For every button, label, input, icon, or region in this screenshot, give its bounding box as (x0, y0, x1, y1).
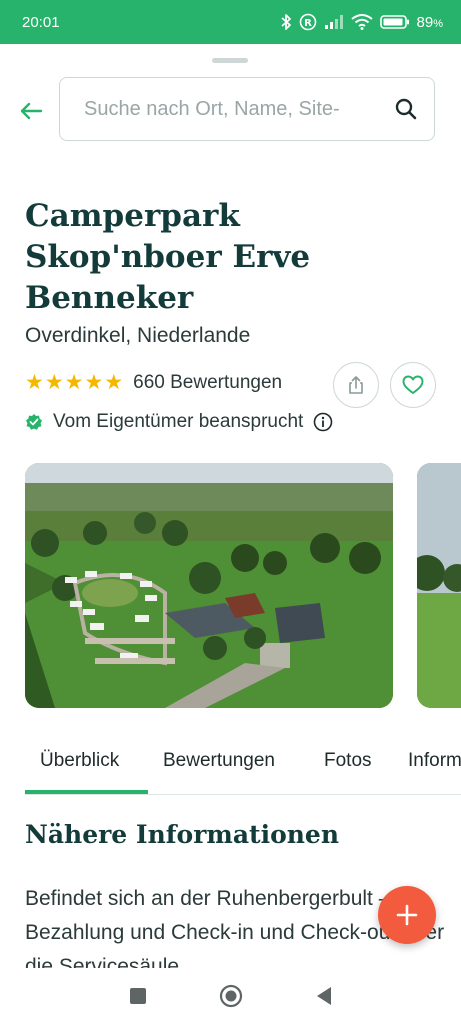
star-rating: ★ ★ ★ ★ ★ (25, 372, 123, 394)
field-image (417, 463, 461, 708)
campsite-photo[interactable] (25, 463, 393, 708)
tab-information[interactable]: Informationen (408, 750, 461, 772)
star-icon: ★ (64, 371, 84, 394)
signal-icon (324, 15, 343, 29)
active-tab-indicator (25, 790, 148, 794)
recent-apps-icon[interactable] (129, 987, 147, 1005)
search-input[interactable] (82, 96, 394, 122)
home-icon[interactable] (219, 984, 243, 1008)
svg-text:R: R (304, 18, 312, 29)
arrow-left-icon (20, 102, 43, 120)
reviews-count[interactable]: 660 Bewertungen (133, 372, 282, 394)
star-icon: ★ (44, 371, 64, 394)
share-icon (349, 376, 363, 394)
system-nav-bar (0, 968, 461, 1024)
claimed-row: Vom Eigentümer beansprucht (25, 411, 333, 433)
heart-icon (402, 375, 424, 394)
star-icon: ★ (104, 371, 124, 394)
verified-badge-icon (26, 414, 42, 430)
add-button[interactable] (378, 886, 436, 944)
campsite-photo-next[interactable] (417, 463, 461, 708)
battery-icon (379, 15, 409, 29)
share-button[interactable] (333, 362, 379, 408)
tab-photos[interactable]: Fotos (324, 750, 372, 772)
aerial-campsite-image (25, 463, 393, 708)
status-icons: R 89% (280, 13, 443, 31)
place-sheet: Camperpark Skop'nboer Erve Benneker Over… (0, 44, 461, 968)
sheet-drag-handle[interactable] (212, 58, 248, 63)
info-icon[interactable] (313, 412, 333, 432)
status-time: 20:01 (22, 13, 60, 31)
tab-overview[interactable]: Überblick (40, 750, 119, 772)
status-bar: 20:01 R 89% (0, 0, 461, 44)
tab-reviews[interactable]: Bewertungen (163, 750, 275, 772)
place-location: Overdinkel, Niederlande (25, 324, 251, 347)
battery-level: 89% (416, 13, 443, 31)
star-icon: ★ (84, 371, 104, 394)
rating-row[interactable]: ★ ★ ★ ★ ★ 660 Bewertungen (25, 372, 282, 394)
favorite-button[interactable] (390, 362, 436, 408)
back-button[interactable] (14, 94, 48, 128)
bluetooth-icon (280, 14, 291, 30)
search-box[interactable] (59, 77, 435, 141)
registered-icon: R (299, 13, 316, 31)
search-icon[interactable] (394, 97, 418, 121)
section-title: Nähere Informationen (25, 820, 340, 849)
star-icon: ★ (25, 371, 44, 394)
back-triangle-icon[interactable] (315, 986, 333, 1006)
claimed-label: Vom Eigentümer beansprucht (53, 411, 304, 432)
place-title: Camperpark Skop'nboer Erve Benneker (25, 198, 311, 316)
tab-bar: Überblick Bewertungen Fotos Informatione… (25, 734, 461, 795)
wifi-icon (350, 14, 373, 30)
plus-icon (396, 904, 418, 926)
